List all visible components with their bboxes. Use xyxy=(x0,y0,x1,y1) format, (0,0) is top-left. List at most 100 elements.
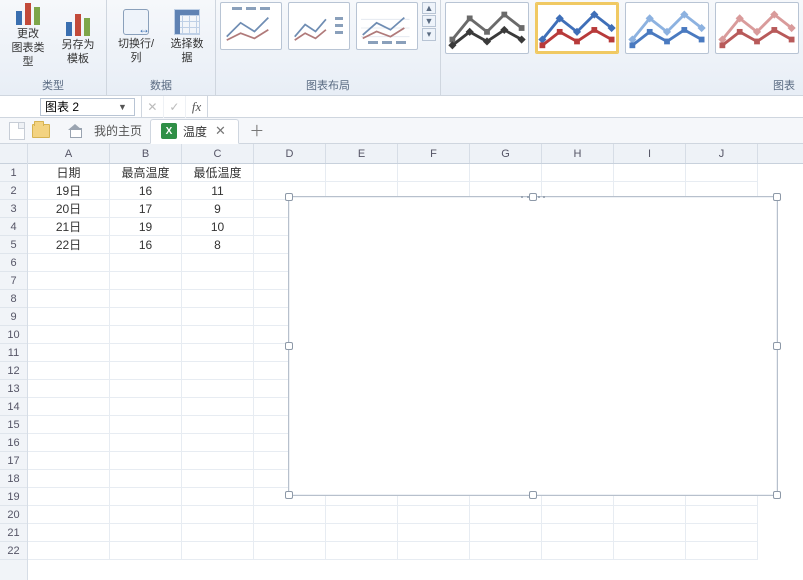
chart-layout-2[interactable] xyxy=(288,2,350,50)
cell[interactable] xyxy=(110,542,182,560)
column-header[interactable]: E xyxy=(326,144,398,163)
cell[interactable] xyxy=(254,524,326,542)
embedded-chart[interactable] xyxy=(288,196,778,496)
cell[interactable] xyxy=(28,488,110,506)
column-header[interactable]: A xyxy=(28,144,110,163)
row-header[interactable]: 2 xyxy=(0,182,27,200)
cell[interactable]: 19日 xyxy=(28,182,110,200)
cell[interactable] xyxy=(110,416,182,434)
cell[interactable] xyxy=(542,524,614,542)
row-header[interactable]: 8 xyxy=(0,290,27,308)
row-header[interactable]: 21 xyxy=(0,524,27,542)
cell[interactable] xyxy=(28,542,110,560)
cell[interactable] xyxy=(686,164,758,182)
cell[interactable] xyxy=(686,506,758,524)
chart-layout-1[interactable] xyxy=(220,2,282,50)
cell[interactable] xyxy=(28,272,110,290)
cell[interactable] xyxy=(28,398,110,416)
open-folder-icon[interactable] xyxy=(30,121,52,141)
cell[interactable]: 日期 xyxy=(28,164,110,182)
cell[interactable] xyxy=(398,524,470,542)
cell[interactable] xyxy=(398,542,470,560)
column-header[interactable]: C xyxy=(182,144,254,163)
cell[interactable]: 最高温度 xyxy=(110,164,182,182)
cell[interactable] xyxy=(110,380,182,398)
cell[interactable]: 8 xyxy=(182,236,254,254)
row-header[interactable]: 18 xyxy=(0,470,27,488)
save-as-template-button[interactable]: 另存为 模板 xyxy=(54,2,102,72)
select-data-button[interactable]: 选择数据 xyxy=(163,2,211,72)
cell[interactable] xyxy=(28,524,110,542)
cell[interactable]: 11 xyxy=(182,182,254,200)
cell[interactable] xyxy=(110,488,182,506)
cell[interactable] xyxy=(326,164,398,182)
fx-icon[interactable]: fx xyxy=(186,96,208,118)
cell[interactable] xyxy=(28,308,110,326)
cell[interactable] xyxy=(254,506,326,524)
column-header[interactable]: I xyxy=(614,144,686,163)
row-header[interactable]: 10 xyxy=(0,326,27,344)
cell[interactable] xyxy=(110,470,182,488)
chart-style-4[interactable] xyxy=(715,2,799,54)
cell[interactable] xyxy=(110,326,182,344)
row-header[interactable]: 13 xyxy=(0,380,27,398)
cell[interactable] xyxy=(182,434,254,452)
cell[interactable] xyxy=(542,506,614,524)
cell[interactable] xyxy=(110,452,182,470)
row-header[interactable]: 22 xyxy=(0,542,27,560)
cell[interactable] xyxy=(110,362,182,380)
name-box[interactable]: ▼ xyxy=(40,98,135,116)
cancel-icon[interactable]: ✕ xyxy=(142,96,164,118)
cell[interactable] xyxy=(182,254,254,272)
cell[interactable] xyxy=(614,524,686,542)
row-header[interactable]: 6 xyxy=(0,254,27,272)
cell[interactable] xyxy=(398,164,470,182)
cell[interactable] xyxy=(182,272,254,290)
cell[interactable] xyxy=(326,506,398,524)
row-header[interactable]: 4 xyxy=(0,218,27,236)
cell[interactable] xyxy=(110,290,182,308)
cell[interactable] xyxy=(110,344,182,362)
row-header[interactable]: 3 xyxy=(0,200,27,218)
row-header[interactable]: 17 xyxy=(0,452,27,470)
cell[interactable] xyxy=(542,542,614,560)
cell[interactable] xyxy=(28,434,110,452)
cell[interactable] xyxy=(110,434,182,452)
cell[interactable]: 最低温度 xyxy=(182,164,254,182)
cell[interactable] xyxy=(542,164,614,182)
cell[interactable] xyxy=(28,326,110,344)
cell[interactable]: 21日 xyxy=(28,218,110,236)
cell[interactable] xyxy=(182,488,254,506)
cell[interactable] xyxy=(182,380,254,398)
cell[interactable] xyxy=(470,542,542,560)
cell[interactable] xyxy=(28,416,110,434)
cell[interactable] xyxy=(182,524,254,542)
cell[interactable]: 22日 xyxy=(28,236,110,254)
cell[interactable] xyxy=(182,542,254,560)
row-header[interactable]: 5 xyxy=(0,236,27,254)
layout-scroll-more[interactable]: ▾ xyxy=(422,28,436,41)
cell[interactable] xyxy=(254,542,326,560)
cell[interactable] xyxy=(614,506,686,524)
cell[interactable] xyxy=(28,452,110,470)
cell[interactable] xyxy=(110,524,182,542)
cell[interactable]: 10 xyxy=(182,218,254,236)
cell[interactable] xyxy=(470,506,542,524)
row-header[interactable]: 14 xyxy=(0,398,27,416)
layout-scroll-down[interactable]: ▼ xyxy=(422,15,436,27)
cell[interactable] xyxy=(614,542,686,560)
cell[interactable] xyxy=(28,290,110,308)
column-header[interactable]: B xyxy=(110,144,182,163)
cell[interactable] xyxy=(686,542,758,560)
cell[interactable] xyxy=(28,362,110,380)
cell[interactable] xyxy=(470,524,542,542)
column-header[interactable]: F xyxy=(398,144,470,163)
column-header[interactable]: G xyxy=(470,144,542,163)
cell[interactable] xyxy=(182,470,254,488)
cell[interactable] xyxy=(326,542,398,560)
formula-input[interactable] xyxy=(208,98,803,116)
cell[interactable] xyxy=(470,164,542,182)
cell[interactable] xyxy=(182,416,254,434)
name-box-dropdown-icon[interactable]: ▼ xyxy=(115,102,130,112)
row-header[interactable]: 9 xyxy=(0,308,27,326)
